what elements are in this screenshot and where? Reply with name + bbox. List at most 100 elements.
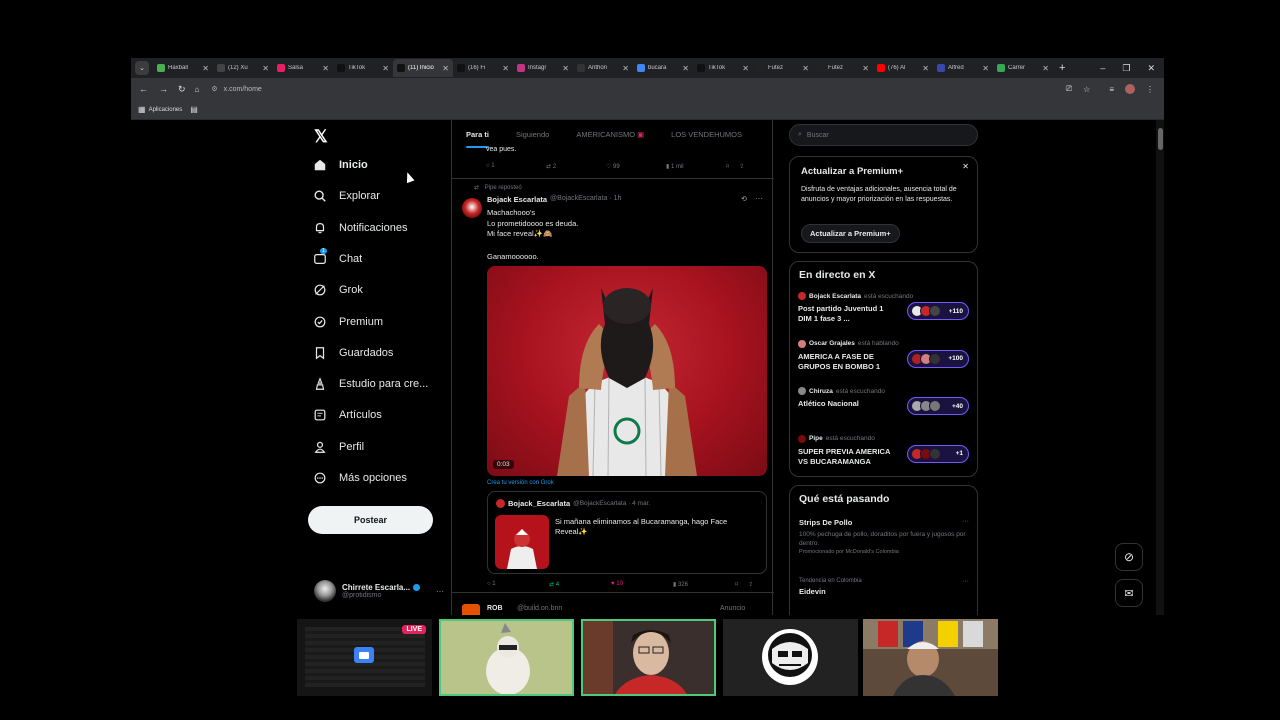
feed-tab[interactable]: Siguiendo bbox=[516, 120, 549, 148]
install-app-icon[interactable]: ⎚ bbox=[1066, 84, 1072, 94]
browser-tab[interactable]: Alfred ✕ bbox=[933, 59, 993, 77]
post-more-icon[interactable]: ··· bbox=[755, 194, 763, 203]
browser-tab[interactable]: Instagr ✕ bbox=[513, 59, 573, 77]
trend-item[interactable]: Tendencia en Colombia Eidevin ··· bbox=[799, 578, 969, 596]
tab-groups-icon[interactable]: ▤ bbox=[190, 105, 198, 114]
live-space-item[interactable]: Pipe está escuchando SUPER PREVIA AMERICA… bbox=[798, 434, 969, 475]
sidebar-item-grok[interactable]: Grok bbox=[313, 283, 363, 297]
feed-tab[interactable]: Para ti bbox=[466, 120, 489, 148]
tab-close-icon[interactable]: ✕ bbox=[682, 64, 689, 73]
sidebar-item-search[interactable]: Explorar bbox=[313, 189, 380, 203]
live-space-item[interactable]: Bojack Escarlata está escuchando Post par… bbox=[798, 292, 969, 332]
quoted-post[interactable]: Bojack_Escarlata @BojackEscarlata · 4 ma… bbox=[487, 491, 767, 574]
tab-close-icon[interactable]: ✕ bbox=[502, 64, 509, 73]
tab-close-icon[interactable]: ✕ bbox=[322, 64, 329, 73]
x-logo-icon[interactable]: 𝕏 bbox=[314, 127, 328, 147]
reply-icon[interactable]: ○ 1 bbox=[486, 163, 546, 170]
tab-close-icon[interactable]: ✕ bbox=[922, 64, 929, 73]
scrollbar-thumb[interactable] bbox=[1158, 128, 1163, 150]
share-icon[interactable]: ⇪ bbox=[748, 581, 753, 588]
premium-upgrade-button[interactable]: Actualizar a Premium+ bbox=[801, 224, 900, 243]
restore-button[interactable]: ❐ bbox=[1122, 63, 1130, 74]
post-avatar[interactable] bbox=[462, 198, 482, 218]
tab-close-icon[interactable]: ✕ bbox=[202, 64, 209, 73]
like-icon[interactable]: ♥ 10 bbox=[611, 581, 673, 588]
tab-close-icon[interactable]: ✕ bbox=[442, 64, 449, 73]
grok-link[interactable]: Crea tu versión con Grok bbox=[487, 480, 554, 486]
feed-tab[interactable]: LOS VENDEHUMOS bbox=[671, 120, 742, 148]
post-handle[interactable]: @BojackEscarlata · 1h bbox=[550, 195, 621, 204]
more-dots-icon[interactable]: ··· bbox=[436, 587, 444, 596]
sidebar-item-creator[interactable]: Estudio para cre... bbox=[313, 377, 428, 391]
post[interactable]: ⇄ Pipe reposteó Bojack Escarlata @Bojack… bbox=[452, 180, 774, 593]
trend-item[interactable]: Strips De Pollo 100% pechuga de pollo, d… bbox=[799, 518, 969, 555]
sidebar-item-more[interactable]: Más opciones bbox=[313, 471, 407, 485]
page-scrollbar[interactable] bbox=[1156, 120, 1164, 615]
post-button[interactable]: Postear bbox=[308, 506, 433, 534]
browser-tab[interactable]: (12) Xu ✕ bbox=[213, 59, 273, 77]
apps-grid-icon[interactable]: ▦ bbox=[138, 105, 146, 114]
browser-tab[interactable]: Salsa ✕ bbox=[273, 59, 333, 77]
browser-tab[interactable]: (16) Fi ✕ bbox=[453, 59, 513, 77]
grok-float-button[interactable]: ⊘ bbox=[1115, 543, 1143, 571]
bookmark-post-icon[interactable]: ⌑ bbox=[735, 581, 738, 588]
sidebar-item-articles[interactable]: Artículos bbox=[313, 408, 382, 422]
trend-more-icon[interactable]: ··· bbox=[962, 578, 969, 585]
browser-tab[interactable]: Futez ✕ bbox=[813, 59, 873, 77]
feed-tab[interactable]: AMERICANISMO ▣ bbox=[576, 120, 644, 148]
like-icon[interactable]: ♡ 99 bbox=[606, 163, 666, 170]
search-box[interactable]: ⌕ Buscar bbox=[789, 124, 978, 146]
media-controls-icon[interactable]: ≡ bbox=[1109, 85, 1114, 94]
minimize-button[interactable]: – bbox=[1100, 63, 1105, 74]
url-field[interactable]: x.com/home bbox=[224, 86, 262, 93]
browser-tab[interactable]: TikTok ✕ bbox=[333, 59, 393, 77]
next-post[interactable]: ROB @build.on.bnn Anuncio bbox=[452, 602, 774, 615]
browser-tab[interactable]: Futez ✕ bbox=[753, 59, 813, 77]
tab-close-icon[interactable]: ✕ bbox=[982, 64, 989, 73]
close-icon[interactable]: ✕ bbox=[962, 162, 969, 171]
reload-icon[interactable]: ↻ bbox=[178, 84, 186, 95]
tab-close-icon[interactable]: ✕ bbox=[862, 64, 869, 73]
share-icon[interactable]: ⇪ bbox=[739, 163, 744, 170]
new-tab-button[interactable]: + bbox=[1059, 62, 1065, 74]
browser-tab[interactable]: Carrer ✕ bbox=[993, 59, 1053, 77]
messages-float-button[interactable]: ✉ bbox=[1115, 579, 1143, 607]
post-video[interactable]: 0:03 bbox=[487, 266, 767, 476]
home-page-icon[interactable]: ⌂ bbox=[195, 85, 200, 94]
sidebar-item-bookmark[interactable]: Guardados bbox=[313, 346, 393, 360]
reply-icon[interactable]: ○ 1 bbox=[487, 581, 549, 588]
browser-tab[interactable]: Anthon ✕ bbox=[573, 59, 633, 77]
browser-tab[interactable]: (76) Al ✕ bbox=[873, 59, 933, 77]
trend-more-icon[interactable]: ··· bbox=[962, 518, 969, 525]
tab-close-icon[interactable]: ✕ bbox=[562, 64, 569, 73]
tab-close-icon[interactable]: ✕ bbox=[622, 64, 629, 73]
repost-icon[interactable]: ⇄ 2 bbox=[546, 163, 606, 170]
sidebar-item-profile[interactable]: Perfil bbox=[313, 440, 364, 454]
sidebar-item-chat[interactable]: 1 Chat bbox=[313, 247, 362, 266]
browser-tab[interactable]: (11) Inicio ✕ bbox=[393, 59, 453, 77]
views-icon[interactable]: ▮ 1 mil bbox=[666, 163, 726, 170]
tab-close-icon[interactable]: ✕ bbox=[262, 64, 269, 73]
bookmark-apps[interactable]: Aplicaciones bbox=[149, 107, 183, 113]
sidebar-item-premium[interactable]: Premium bbox=[313, 315, 383, 329]
tab-close-icon[interactable]: ✕ bbox=[1042, 64, 1049, 73]
back-icon[interactable]: ← bbox=[139, 84, 148, 94]
live-space-item[interactable]: Chiruza está escuchando Atlético Nacional… bbox=[798, 387, 969, 427]
browser-tab[interactable]: Haxball ✕ bbox=[153, 59, 213, 77]
forward-icon[interactable]: → bbox=[159, 84, 168, 94]
live-space-item[interactable]: Oscar Grajales está hablando AMERICA A FA… bbox=[798, 339, 969, 380]
site-info-icon[interactable]: ⚙ bbox=[211, 85, 217, 93]
tab-close-icon[interactable]: ✕ bbox=[802, 64, 809, 73]
tab-search-button[interactable]: ⌄ bbox=[135, 61, 149, 75]
repost-icon[interactable]: ⇄ 4 bbox=[549, 581, 611, 588]
post-author[interactable]: Bojack Escarlata bbox=[487, 195, 547, 204]
sidebar-item-bell[interactable]: Notificaciones bbox=[313, 221, 407, 235]
browser-tab[interactable]: bucara ✕ bbox=[633, 59, 693, 77]
sidebar-item-home[interactable]: Inicio bbox=[313, 158, 368, 172]
tab-close-icon[interactable]: ✕ bbox=[382, 64, 389, 73]
bookmark-star-icon[interactable]: ☆ bbox=[1083, 85, 1090, 94]
browser-tab[interactable]: TikTok ✕ bbox=[693, 59, 753, 77]
profile-avatar[interactable] bbox=[1125, 84, 1135, 94]
close-window-button[interactable]: ✕ bbox=[1147, 63, 1155, 74]
browser-menu-icon[interactable]: ⋮ bbox=[1146, 85, 1154, 94]
